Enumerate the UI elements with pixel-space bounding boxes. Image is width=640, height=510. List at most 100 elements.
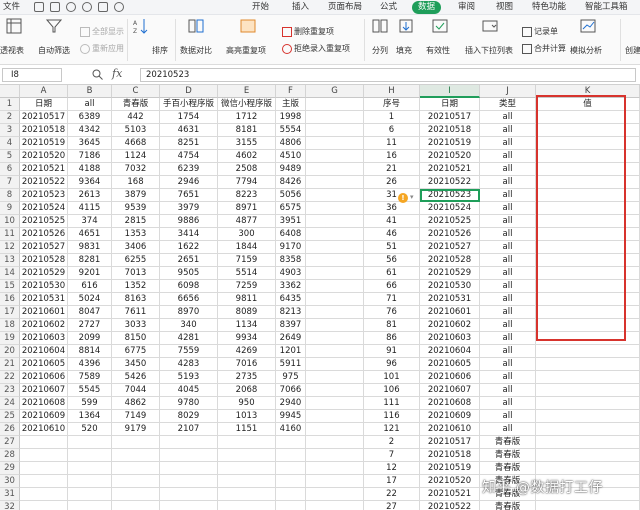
grid-cell[interactable]: 8426 [276,176,306,189]
grid-cell[interactable] [276,462,306,475]
grid-cell[interactable]: 青春版 [480,449,536,462]
grid-cell[interactable] [536,293,640,306]
grid-cell[interactable]: 4160 [276,423,306,436]
grid-cell[interactable]: 71 [364,293,420,306]
tab-smart-toolbox[interactable]: 智能工具箱 [585,1,628,14]
grid-cell[interactable]: all [480,241,536,254]
grid-cell[interactable]: 青春版 [480,462,536,475]
grid-cell[interactable]: 20210602 [20,319,68,332]
row-number[interactable]: 31 [0,488,20,501]
grid-cell[interactable]: all [480,150,536,163]
grid-cell[interactable]: 116 [364,410,420,423]
grid-cell[interactable] [306,280,364,293]
grid-cell[interactable]: 20210605 [20,358,68,371]
grid-cell[interactable]: 4269 [218,345,276,358]
grid-cell[interactable]: 7186 [68,150,112,163]
grid-cell[interactable] [306,293,364,306]
grid-cell[interactable] [160,475,218,488]
grid-cell[interactable]: 4045 [160,384,218,397]
row-number[interactable]: 29 [0,462,20,475]
grid-cell[interactable]: all [480,345,536,358]
grid-cell[interactable]: 3951 [276,215,306,228]
grid-cell[interactable]: 20210606 [420,371,480,384]
row-number[interactable]: 7 [0,176,20,189]
grid-cell[interactable]: 41 [364,215,420,228]
grid-cell[interactable]: 950 [218,397,276,410]
grid-cell[interactable]: 5911 [276,358,306,371]
grid-cell[interactable]: 20210520 [20,150,68,163]
grid-cell[interactable] [160,449,218,462]
grid-cell[interactable]: 4631 [160,124,218,137]
grid-cell[interactable]: 16 [364,150,420,163]
row-number[interactable]: 27 [0,436,20,449]
grid-cell[interactable]: 111 [364,397,420,410]
grid-cell[interactable] [536,462,640,475]
grid-cell[interactable]: 6575 [276,202,306,215]
row-number[interactable]: 17 [0,306,20,319]
grid-cell[interactable]: 9831 [68,241,112,254]
grid-cell[interactable]: 20210529 [420,267,480,280]
grid-cell[interactable]: 7032 [112,163,160,176]
row-number[interactable]: 2 [0,111,20,124]
grid-cell[interactable]: 20210525 [20,215,68,228]
column-header-i[interactable]: I [420,85,480,98]
grid-cell[interactable]: 20210527 [420,241,480,254]
grid-cell[interactable]: 12 [364,462,420,475]
row-number[interactable]: 12 [0,241,20,254]
grid-cell[interactable]: 36 [364,202,420,215]
grid-cell[interactable]: 3979 [160,202,218,215]
grid-cell[interactable]: 20210520 [420,475,480,488]
grid-cell[interactable]: 2613 [68,189,112,202]
grid-cell[interactable] [536,202,640,215]
row-number[interactable]: 28 [0,449,20,462]
grid-cell[interactable]: 9945 [276,410,306,423]
grid-cell[interactable]: 1844 [218,241,276,254]
grid-cell[interactable]: 8213 [276,306,306,319]
grid-cell[interactable] [160,462,218,475]
grid-cell[interactable] [20,501,68,510]
grid-cell[interactable]: 4668 [112,137,160,150]
grid-cell[interactable]: 20210526 [420,228,480,241]
grid-cell[interactable] [306,124,364,137]
reject-duplicates-button[interactable]: 拒绝录入重复项 [282,43,350,54]
grid-cell[interactable]: 975 [276,371,306,384]
grid-cell[interactable]: 20210518 [20,124,68,137]
grid-cell[interactable] [20,449,68,462]
grid-cell[interactable]: 20210520 [420,150,480,163]
grid-cell[interactable] [160,488,218,501]
grid-cell[interactable] [306,358,364,371]
row-number[interactable]: 10 [0,215,20,228]
reapply-button[interactable]: 重新应用 [80,43,124,54]
row-number[interactable]: 8 [0,189,20,202]
grid-cell[interactable]: 3450 [112,358,160,371]
row-number[interactable]: 32 [0,501,20,510]
grid-cell[interactable]: 20210601 [420,306,480,319]
grid-cell[interactable]: 1754 [160,111,218,124]
grid-cell[interactable]: 8814 [68,345,112,358]
grid-cell[interactable] [536,189,640,202]
grid-cell[interactable]: 51 [364,241,420,254]
fill-button[interactable]: 填充 [396,45,412,56]
grid-cell[interactable] [536,384,640,397]
grid-cell[interactable]: 3879 [112,189,160,202]
row-number[interactable]: 15 [0,280,20,293]
grid-cell[interactable]: 121 [364,423,420,436]
save-icon[interactable] [34,2,44,12]
grid-cell[interactable]: 9505 [160,267,218,280]
header-cell[interactable]: 日期 [420,98,480,111]
export-icon[interactable] [50,2,60,12]
grid-cell[interactable] [160,501,218,510]
grid-cell[interactable]: 27 [364,501,420,510]
grid-cell[interactable]: 5193 [160,371,218,384]
grid-cell[interactable]: 20210605 [420,358,480,371]
grid-cell[interactable]: 20210522 [420,501,480,510]
grid-cell[interactable]: 1712 [218,111,276,124]
grid-cell[interactable]: 8089 [218,306,276,319]
grid-cell[interactable] [536,397,640,410]
grid-cell[interactable] [20,475,68,488]
grid-cell[interactable]: 5056 [276,189,306,202]
grid-cell[interactable]: all [480,332,536,345]
grid-cell[interactable]: 9364 [68,176,112,189]
grid-cell[interactable]: 1352 [112,280,160,293]
grid-cell[interactable]: 7044 [112,384,160,397]
